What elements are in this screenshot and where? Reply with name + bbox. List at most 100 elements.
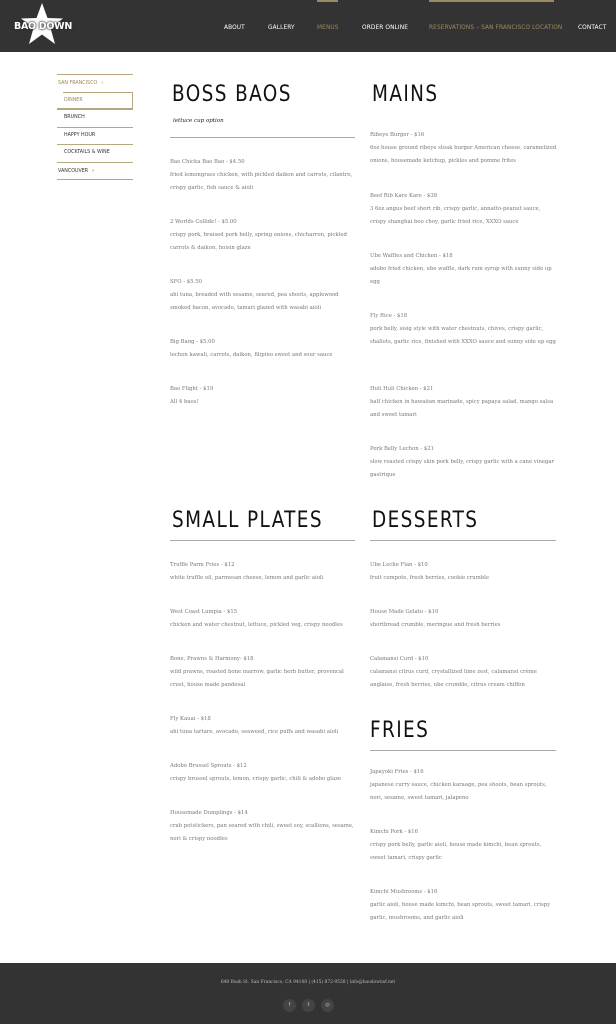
menu-item: SFO - $5.50 ahi tuna, breaded with sesame…: [170, 276, 355, 315]
menu-item: Kimchi Pork - $16 crispy pork belly, garl…: [370, 826, 558, 865]
menu-item-desc: fried lemongrass chicken, with pickled d…: [170, 172, 353, 191]
logo-text: BAO DOWN: [14, 21, 72, 32]
menu-item-name: Adobo Brussel Sprouts - $12: [170, 763, 247, 769]
nav-about[interactable]: ABOUT: [224, 23, 245, 31]
menu-item: House Made Gelato - $10 shortbread crumbl…: [370, 606, 558, 632]
sidebar-item-vancouver[interactable]: VANCOUVER ›: [57, 161, 133, 180]
menu-item: Truffle Parm Fries - $12 white truffle oi…: [170, 559, 358, 585]
menu-item-desc: crab potstickers, pan seared with chili,…: [170, 823, 354, 842]
instagram-icon[interactable]: ◎: [321, 999, 334, 1012]
menu-item-desc: pork belly, sisig style with water chest…: [370, 326, 556, 345]
nav-gallery[interactable]: GALLERY: [268, 23, 295, 31]
sidebar-item-dinner[interactable]: DINNER: [57, 91, 133, 109]
logo[interactable]: BAO DOWN: [12, 2, 72, 46]
section-subtitle: lettuce cup option: [173, 118, 224, 124]
menu-item: Ribeye Burger - $16 6oz house ground ribe…: [370, 129, 558, 168]
nav-order-online[interactable]: ORDER ONLINE: [362, 23, 408, 31]
sidebar-item-label: SAN FRANCISCO: [58, 81, 98, 86]
section-divider: [170, 137, 355, 138]
section-title-desserts: DESSERTS: [372, 506, 479, 533]
menu-item: West Coast Lumpia - $15 chicken and water…: [170, 606, 358, 632]
site-header: BAO DOWN ABOUT GALLERY MENUS ORDER ONLIN…: [0, 0, 616, 52]
section-divider: [370, 540, 556, 541]
menu-item-desc: fruit compote, fresh berries, cookie cru…: [370, 575, 489, 581]
facebook-icon[interactable]: f: [283, 999, 296, 1012]
sidebar-item-cocktails-wine[interactable]: COCKTAILS & WINE: [57, 144, 133, 162]
menu-item-desc: crispy pork belly, garlic aioli, house m…: [370, 842, 542, 861]
menu-item-name: Ube Waffles and Chicken - $18: [370, 253, 453, 259]
menu-item-name: Kimchi Pork - $16: [370, 829, 418, 835]
menu-item-name: Pork Belly Lechon - $21: [370, 446, 434, 452]
menu-item-name: Bao Flight - $19: [170, 386, 214, 392]
sidebar-item-label: VANCOUVER: [58, 168, 89, 174]
sidebar-item-san-francisco[interactable]: SAN FRANCISCO ›: [57, 74, 133, 92]
menu-item-name: House Made Gelato - $10: [370, 609, 439, 615]
nav-reservations-indicator: [429, 0, 554, 2]
chevron-right-icon: ›: [101, 80, 104, 86]
menu-item-desc: All 4 baos!: [170, 399, 199, 405]
sidebar-item-happy-hour[interactable]: HAPPY HOUR: [57, 126, 133, 145]
sidebar-item-label: HAPPY HOUR: [64, 132, 96, 138]
section-title-small-plates: SMALL PLATES: [172, 506, 323, 533]
menu-item: Beef Rib Kare Kare - $38 3 6oz angus beef…: [370, 190, 558, 229]
menu-item: Bao Chicka Bao Bao - $4.50 fried lemongra…: [170, 156, 355, 195]
menu-item: Bao Flight - $19 All 4 baos!: [170, 383, 355, 409]
nav-active-indicator: [317, 0, 338, 2]
menu-item-desc: garlic aioli, house made kimchi, bean sp…: [370, 902, 551, 921]
menu-item-desc: ahi tuna tartare, avocado, seaweed, rice…: [170, 729, 339, 735]
menu-item: Huli Huli Chicken - $21 half chicken in h…: [370, 383, 558, 422]
menu-item: Bone, Prawns & Harmony- $18 wild prawns, …: [170, 653, 358, 692]
menu-item-name: West Coast Lumpia - $15: [170, 609, 238, 615]
menu-item-desc: shortbread crumble, meringue and fresh b…: [370, 622, 501, 628]
sidebar-item-brunch[interactable]: BRUNCH: [57, 109, 133, 127]
section-divider: [170, 540, 355, 541]
menu-item: Fly Kauai - $18 ahi tuna tartare, avocado…: [170, 713, 358, 739]
menu-item-desc: crispy pork, braised pork belly, spring …: [170, 232, 347, 251]
menu-item-name: Truffle Parm Fries - $12: [170, 562, 235, 568]
sidebar-item-label: DINNER: [64, 97, 83, 103]
menu-item-name: Japayoki Fries - $16: [370, 769, 424, 775]
menu-item-name: Ribeye Burger - $16: [370, 132, 425, 138]
sidebar-item-label: BRUNCH: [64, 115, 85, 120]
menu-item-name: Ube Leche Flan - $10: [370, 562, 428, 568]
nav-contact[interactable]: CONTACT: [578, 23, 606, 31]
menu-item: Ube Waffles and Chicken - $18 adobo fried…: [370, 250, 558, 289]
menu-item: Fly Rice - $18 pork belly, sisig style wi…: [370, 310, 558, 349]
nav-reservations[interactable]: RESERVATIONS – SAN FRANCISCO LOCATION: [429, 23, 562, 31]
menu-item-desc: chicken and water chestnut, lettuce, pic…: [170, 622, 343, 628]
menu-item-desc: 6oz house ground ribeye steak burger Ame…: [370, 145, 557, 164]
menu-item-desc: 3 6oz angus beef short rib, crispy garli…: [370, 206, 541, 225]
footer-address: 648 Bush St. San Francisco, CA 94108 | (…: [220, 980, 396, 985]
menu-item: 2 Worlds Collide! - $5.00 crispy pork, br…: [170, 216, 355, 255]
menu-item-desc: half chicken in hawaiian marinade, spicy…: [370, 399, 554, 418]
chevron-right-icon: ›: [92, 167, 95, 174]
menu-item: Big Bang - $5.00 lechon kawali, carrots, …: [170, 336, 355, 362]
menu-item-name: Housemade Dumplings - $14: [170, 810, 248, 816]
menu-item-desc: crispy brussel sprouts, lemon, crispy ga…: [170, 776, 342, 782]
menu-item-name: Huli Huli Chicken - $21: [370, 386, 434, 392]
menu-item-name: Kimchi Mushrooms - $16: [370, 889, 438, 895]
site-footer: 648 Bush St. San Francisco, CA 94108 | (…: [0, 963, 616, 1024]
menu-item-desc: white truffle oil, parmesan cheese, lemo…: [170, 575, 324, 581]
section-title-boss-baos: BOSS BAOS: [172, 80, 292, 107]
menu-item-name: SFO - $5.50: [170, 279, 202, 285]
menu-item-desc: calamansi citrus curd, crystallized lime…: [370, 669, 537, 688]
menu-item-desc: adobo fried chicken, ube waffle, dark ru…: [370, 266, 552, 285]
menu-item-desc: slow roasted crispy skin pork belly, cri…: [370, 459, 555, 478]
menu-item: Japayoki Fries - $16 japanese curry sauce…: [370, 766, 558, 805]
menu-item-name: Fly Rice - $18: [370, 313, 408, 319]
location-sidebar: SAN FRANCISCO › DINNER BRUNCH HAPPY HOUR …: [57, 74, 133, 180]
menu-item: Ube Leche Flan - $10 fruit compote, fresh…: [370, 559, 558, 585]
menu-item: Adobo Brussel Sprouts - $12 crispy brusse…: [170, 760, 358, 786]
section-title-fries: FRIES: [370, 716, 430, 743]
menu-item-name: Fly Kauai - $18: [170, 716, 211, 722]
section-divider: [370, 750, 556, 751]
menu-item-desc: ahi tuna, breaded with sesame, seared, p…: [170, 292, 339, 311]
menu-item-name: Big Bang - $5.00: [170, 339, 215, 345]
nav-menus[interactable]: MENUS: [317, 23, 339, 31]
menu-item: Housemade Dumplings - $14 crab potsticker…: [170, 807, 358, 846]
menu-item: Pork Belly Lechon - $21 slow roasted cris…: [370, 443, 558, 482]
menu-item-desc: japanese curry sauce, chicken karaage, p…: [370, 782, 547, 801]
menu-item-name: Bone, Prawns & Harmony- $18: [170, 656, 254, 662]
twitter-icon[interactable]: t: [302, 999, 315, 1012]
